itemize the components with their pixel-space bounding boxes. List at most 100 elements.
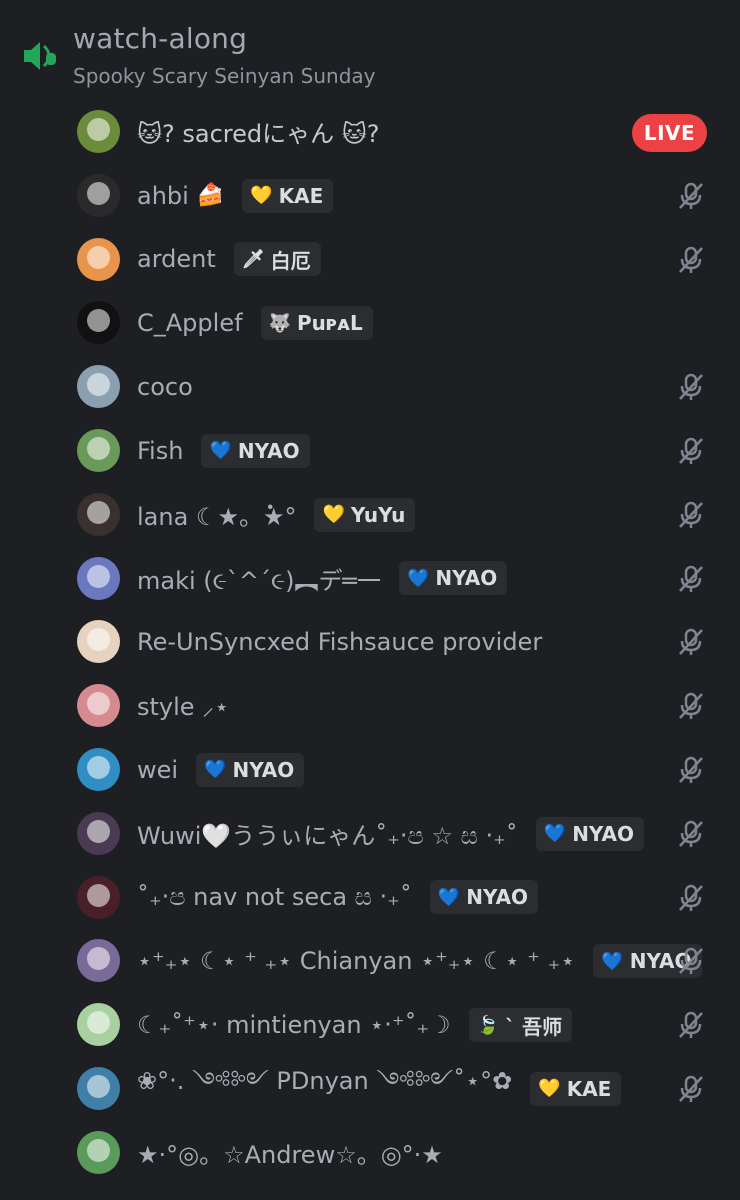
member-row[interactable]: 🐱? sacredにゃん 🐱? LIVE [0, 100, 740, 164]
muted-mic-icon [676, 564, 706, 594]
speaker-icon [24, 42, 56, 70]
live-badge[interactable]: LIVE [632, 114, 707, 152]
avatar[interactable] [77, 173, 120, 217]
avatar[interactable] [77, 492, 120, 536]
voice-channel-header[interactable]: watch-along Spooky Scary Seinyan Sunday [0, 0, 740, 105]
muted-mic-icon [676, 819, 706, 849]
member-row[interactable]: ☾₊˚⁺⋆‧ mintienyan ⋆‧⁺˚₊☽ 🍃 ` 吾师 [0, 993, 740, 1057]
avatar[interactable] [77, 301, 120, 345]
tag-label: ` 吾师 [505, 1014, 563, 1039]
member-row[interactable]: ★·°◎。☆Andrew☆。◎°·★ [0, 1121, 740, 1185]
server-tag-badge[interactable]: 🐺 PuᴘᴀL [260, 306, 373, 341]
member-name: coco [137, 373, 193, 402]
voice-member-list: 🐱? sacredにゃん 🐱? LIVE ahbi 🍰 💛 KAE ardent 🗡 白厄 C_A… [0, 100, 740, 1185]
muted-mic-icon [676, 1074, 706, 1104]
member-name: C_Applef [137, 309, 243, 338]
tag-label: NYAO [466, 885, 529, 910]
avatar[interactable] [77, 620, 120, 664]
member-row[interactable]: style ⸝⋆ [0, 674, 740, 738]
member-row[interactable]: lana ☾★。̇★° 💛 YuYu [0, 483, 740, 547]
avatar[interactable] [77, 747, 120, 791]
avatar[interactable] [77, 939, 120, 983]
member-row[interactable]: maki (૯`^´૯)︻デ═一 💙 NYAO [0, 547, 740, 611]
member-row[interactable]: coco [0, 355, 740, 419]
member-name: ★·°◎。☆Andrew☆。◎°·★ [137, 1141, 443, 1170]
tag-label: KAE [566, 1076, 612, 1101]
member-name: style ⸝⋆ [137, 692, 230, 721]
channel-topic: Spooky Scary Seinyan Sunday [73, 64, 376, 88]
tag-label: NYAO [237, 438, 300, 463]
avatar[interactable] [77, 365, 120, 409]
avatar[interactable] [77, 1066, 120, 1110]
muted-mic-icon [676, 500, 706, 530]
server-tag-badge[interactable]: 🗡 白厄 [233, 242, 321, 277]
server-tag-badge[interactable]: 💛 KAE [530, 1071, 622, 1106]
tag-icon: 💙 [543, 823, 567, 845]
tag-icon: 💛 [250, 185, 273, 207]
server-tag-badge[interactable]: 💛 KAE [242, 178, 334, 213]
muted-mic-icon [676, 755, 706, 785]
member-name: ⋆⁺₊⋆ ☾⋆ ⁺ ₊⋆ Chianyan ⋆⁺₊⋆ ☾⋆ ⁺ ₊⋆ [137, 947, 576, 976]
avatar[interactable] [77, 556, 120, 600]
tag-icon: 💛 [322, 504, 345, 526]
tag-label: 白厄 [270, 248, 311, 273]
member-row[interactable]: ❀°‧. ༺༻ PDnyan ༺༻˚⋆°✿ 💛 KAE [0, 1057, 740, 1121]
avatar[interactable] [77, 1003, 120, 1047]
muted-mic-icon [676, 245, 706, 275]
avatar[interactable] [77, 428, 120, 472]
tag-icon: 💙 [204, 759, 227, 781]
server-tag-badge[interactable]: 💙 NYAO [201, 433, 310, 468]
tag-label: NYAO [572, 821, 634, 846]
member-row[interactable]: ahbi 🍰 💛 KAE [0, 164, 740, 228]
server-tag-badge[interactable]: 🍃 ` 吾师 [468, 1008, 573, 1043]
member-row[interactable]: Wuwi🤍ううぃにゃん˚₊‧ප ☆ ස ‧₊˚ 💙 NYAO [0, 802, 740, 866]
tag-label: PuᴘᴀL [296, 311, 363, 336]
server-tag-badge[interactable]: 💙 NYAO [429, 880, 539, 915]
member-row[interactable]: ˚₊‧ප nav not seca ස ‧₊˚ 💙 NYAO [0, 866, 740, 930]
member-name: ☾₊˚⁺⋆‧ mintienyan ⋆‧⁺˚₊☽ [137, 1011, 451, 1040]
member-name: 🐱? sacredにゃん 🐱? [137, 120, 380, 149]
member-name: ardent [137, 245, 216, 274]
avatar[interactable] [77, 875, 120, 919]
server-tag-badge[interactable]: 💙 NYAO [196, 752, 305, 787]
member-row[interactable]: Fish 💙 NYAO [0, 419, 740, 483]
member-name: lana ☾★。̇★° [137, 503, 297, 532]
avatar[interactable] [77, 684, 120, 728]
tag-label: YuYu [350, 502, 406, 527]
tag-label: NYAO [435, 566, 498, 591]
muted-mic-icon [676, 946, 706, 976]
tag-icon: 🐺 [268, 312, 291, 334]
member-row[interactable]: ardent 🗡 白厄 [0, 228, 740, 292]
server-tag-badge[interactable]: 💛 YuYu [314, 497, 416, 532]
tag-label: KAE [278, 183, 324, 208]
member-name: ˚₊‧ප nav not seca ස ‧₊˚ [137, 883, 412, 912]
tag-icon: 💙 [437, 886, 461, 908]
server-tag-badge[interactable]: 💙 NYAO [398, 561, 508, 596]
member-row[interactable]: C_Applef 🐺 PuᴘᴀL [0, 291, 740, 355]
member-row[interactable]: wei 💙 NYAO [0, 738, 740, 802]
avatar[interactable] [77, 237, 120, 281]
muted-mic-icon [676, 883, 706, 913]
tag-icon: 💙 [601, 950, 624, 972]
member-name: Fish [137, 436, 184, 465]
member-name: maki (૯`^´૯)︻デ═一 [137, 566, 381, 595]
server-tag-badge[interactable]: 💙 NYAO [535, 816, 644, 851]
member-row[interactable]: Re-UnSyncxed Fishsauce provider [0, 610, 740, 674]
avatar[interactable] [77, 110, 120, 153]
channel-name: watch-along [73, 22, 248, 55]
tag-icon: 💙 [406, 567, 430, 589]
member-row[interactable]: ⋆⁺₊⋆ ☾⋆ ⁺ ₊⋆ Chianyan ⋆⁺₊⋆ ☾⋆ ⁺ ₊⋆ 💙 NYAO [0, 929, 740, 993]
member-name: wei [137, 755, 179, 784]
member-name: ❀°‧. ༺༻ PDnyan ༺༻˚⋆°✿ [137, 1067, 513, 1096]
tag-icon: 💛 [538, 1078, 561, 1100]
muted-mic-icon [676, 691, 706, 721]
muted-mic-icon [676, 436, 706, 466]
avatar[interactable] [77, 1130, 120, 1174]
tag-label: NYAO [232, 757, 295, 782]
muted-mic-icon [676, 1010, 706, 1040]
tag-icon: 🍃 [476, 1014, 500, 1036]
avatar[interactable] [77, 811, 120, 855]
tag-icon: 🗡 [241, 248, 265, 270]
member-name: ahbi [137, 181, 189, 210]
muted-mic-icon [676, 627, 706, 657]
